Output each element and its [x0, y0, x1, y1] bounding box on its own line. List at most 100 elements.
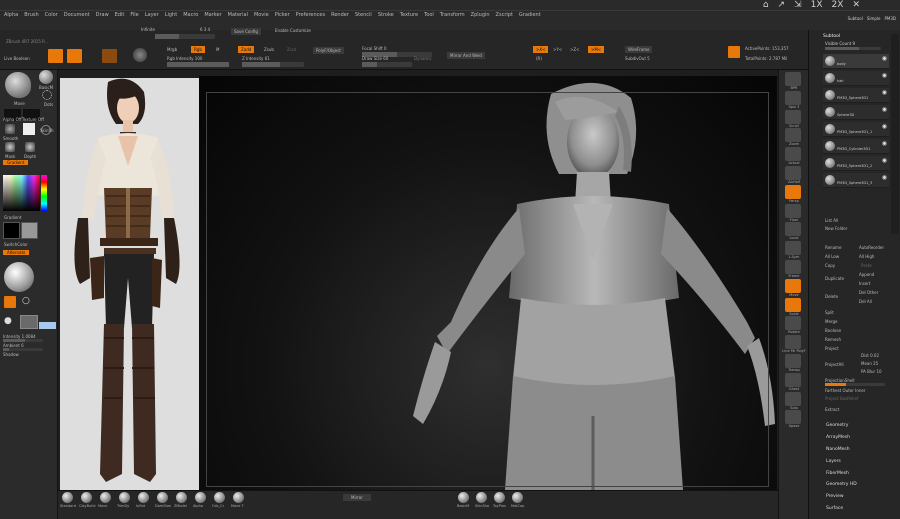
- new-folder-button[interactable]: New Folder: [825, 226, 847, 231]
- hue-strip[interactable]: [41, 175, 47, 211]
- material-ball-icon[interactable]: [494, 492, 505, 503]
- menu-item[interactable]: Edit: [115, 12, 125, 18]
- menu-item[interactable]: File: [130, 12, 138, 18]
- polyf-button[interactable]: PolyF/Object: [313, 47, 344, 54]
- layers-palette[interactable]: Layers: [826, 459, 841, 464]
- mrgb-toggle[interactable]: Mrgb: [167, 47, 177, 52]
- material-ball-icon[interactable]: [458, 492, 469, 503]
- del-other-button[interactable]: Del Other: [859, 290, 878, 295]
- brush-preview-icon[interactable]: [5, 72, 31, 98]
- geometry-hd-palette[interactable]: Geometry HD: [826, 482, 857, 487]
- brush-ball-icon[interactable]: [233, 492, 244, 503]
- all-low-button[interactable]: All Low: [825, 254, 839, 259]
- brush-ball-icon[interactable]: [214, 492, 225, 503]
- visible-count-slider[interactable]: [825, 47, 881, 50]
- right-tool-icon[interactable]: [785, 241, 801, 256]
- right-tool-icon[interactable]: [785, 297, 801, 312]
- menu-item[interactable]: Material: [228, 12, 248, 18]
- copy-button[interactable]: Copy: [825, 263, 835, 268]
- intensity-slider[interactable]: [3, 339, 43, 342]
- tab-subtool[interactable]: Subtool: [848, 16, 863, 21]
- menu-item[interactable]: Preferences: [296, 12, 325, 18]
- brush-ball-icon[interactable]: [81, 492, 92, 503]
- preview-palette[interactable]: Preview: [826, 494, 844, 499]
- depth-icon[interactable]: [25, 142, 35, 152]
- enable-customize-button[interactable]: Enable Customize: [275, 28, 311, 33]
- menu-item[interactable]: Light: [165, 12, 177, 18]
- subtool-row[interactable]: PM3D_Sphere3D1_1 ◉: [823, 122, 889, 137]
- alternate-button[interactable]: Alternate: [3, 250, 30, 255]
- y-symmetry-button[interactable]: >Y<: [553, 47, 562, 52]
- menu-item[interactable]: Zscript: [496, 12, 513, 18]
- right-tool-icon[interactable]: [785, 354, 801, 368]
- subtool-row[interactable]: PM3D_Sphere3D1_2 ◉: [823, 156, 889, 171]
- rotate-mode-button[interactable]: [133, 48, 147, 62]
- light-sphere-icon[interactable]: [4, 262, 34, 292]
- switch-color-button[interactable]: SwitchColor: [4, 242, 28, 247]
- subtool-header[interactable]: Subtool: [823, 34, 840, 39]
- zadd-toggle[interactable]: Zadd: [238, 46, 255, 53]
- smooth-icon[interactable]: [5, 124, 15, 134]
- right-tool-icon[interactable]: [785, 184, 801, 199]
- right-tool-icon[interactable]: [785, 410, 801, 425]
- subtool-row[interactable]: hair ◉: [823, 71, 889, 86]
- resize-icon[interactable]: ↗: [778, 0, 786, 10]
- menu-item[interactable]: Texture: [400, 12, 418, 18]
- right-tool-icon[interactable]: [785, 316, 801, 331]
- menu-item[interactable]: Marker: [204, 12, 221, 18]
- append-button[interactable]: Append: [859, 272, 874, 277]
- z-intensity-slider[interactable]: [242, 62, 304, 67]
- menu-item[interactable]: Render: [331, 12, 349, 18]
- delete-button[interactable]: Delete: [825, 294, 838, 299]
- material-ball-icon[interactable]: [476, 492, 487, 503]
- subtool-row[interactable]: PM3D_Sphere3D1_3 ◉: [823, 173, 889, 188]
- menu-item[interactable]: Document: [64, 12, 90, 18]
- zcut-toggle[interactable]: Zcut: [287, 47, 296, 52]
- menu-item[interactable]: Draw: [96, 12, 109, 18]
- project-bas-relief-button[interactable]: Project BasRelief: [825, 396, 858, 401]
- zoom-2x-button[interactable]: 2X: [832, 0, 844, 10]
- right-tool-icon[interactable]: [785, 72, 801, 86]
- menu-item[interactable]: Stroke: [378, 12, 394, 18]
- home-icon[interactable]: ⌂: [763, 0, 769, 10]
- menu-item[interactable]: Gradient: [519, 12, 541, 18]
- extract-button[interactable]: Extract: [825, 407, 839, 412]
- menu-item[interactable]: Brush: [24, 12, 38, 18]
- brush-ball-icon[interactable]: [176, 492, 187, 503]
- subtool-scrollbar[interactable]: [891, 34, 899, 234]
- subtool-row[interactable]: PM3D_Cylinder3D1 ◉: [823, 139, 889, 154]
- menu-item[interactable]: Zplugin: [471, 12, 490, 18]
- rename-button[interactable]: Rename: [825, 245, 841, 250]
- brush-ball-icon[interactable]: [100, 492, 111, 503]
- nanomesh-palette[interactable]: NanoMesh: [826, 447, 850, 452]
- menu-item[interactable]: Transform: [440, 12, 465, 18]
- light-color-swatch[interactable]: [39, 322, 56, 329]
- boolean-button[interactable]: Boolean: [825, 328, 841, 333]
- material-ball-icon[interactable]: [512, 492, 523, 503]
- right-tool-icon[interactable]: [785, 391, 801, 406]
- light-direction-icon[interactable]: [20, 315, 38, 329]
- move-mode-button[interactable]: [102, 49, 117, 63]
- right-tool-icon[interactable]: [785, 90, 801, 105]
- save-config-button[interactable]: Save Config: [231, 28, 261, 35]
- right-tool-icon[interactable]: [785, 147, 801, 162]
- menu-item[interactable]: Macro: [183, 12, 198, 18]
- mirror-and-weld-button[interactable]: Mirror And Weld: [447, 52, 485, 59]
- draw-mode-button[interactable]: [67, 49, 82, 63]
- arraymesh-palette[interactable]: ArrayMesh: [826, 435, 850, 440]
- close-icon[interactable]: ✕: [852, 0, 860, 10]
- subtool-row[interactable]: Sphere3D ◉: [823, 105, 889, 120]
- insert-button[interactable]: Insert: [859, 281, 870, 286]
- light-bulb-outline-icon[interactable]: ○: [22, 296, 32, 308]
- stroke-dots-icon[interactable]: [42, 90, 52, 100]
- brush-ball-icon[interactable]: [157, 492, 168, 503]
- remesh-button[interactable]: Remesh: [825, 337, 841, 342]
- z-symmetry-button[interactable]: >Z<: [570, 47, 579, 52]
- subtool-row[interactable]: PM3D_Sphere3D1 ◉: [823, 88, 889, 103]
- eye-icon[interactable]: ◉: [882, 123, 887, 130]
- menu-item[interactable]: Color: [45, 12, 58, 18]
- menu-item[interactable]: Picker: [275, 12, 290, 18]
- persp-floor-icon[interactable]: [728, 46, 740, 58]
- surface-palette[interactable]: Surface: [826, 506, 843, 511]
- live-boolean-toggle[interactable]: Live Boolean: [4, 56, 30, 61]
